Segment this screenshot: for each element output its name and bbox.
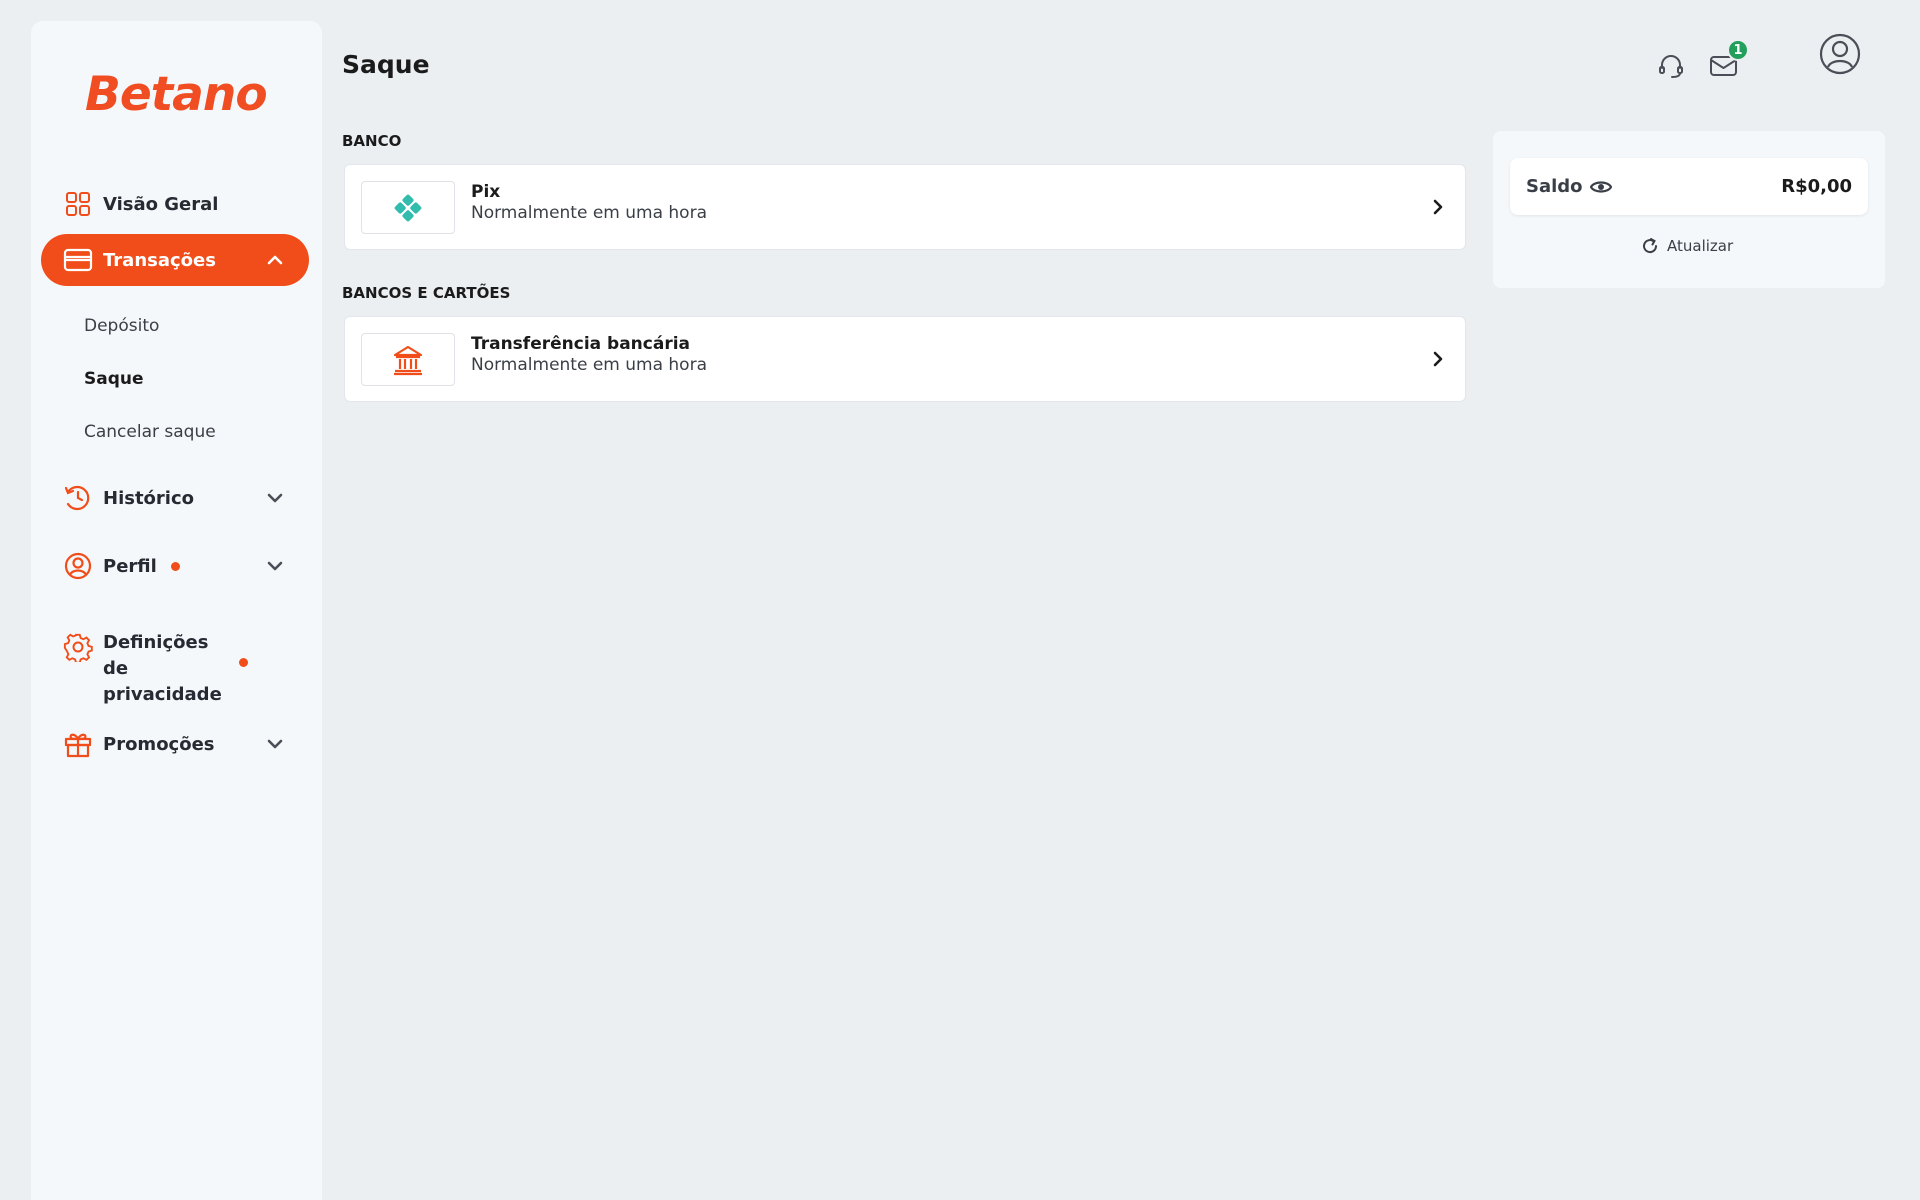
sidebar-item-overview[interactable]: Visão Geral — [41, 178, 309, 230]
bank-logo-box — [361, 333, 455, 386]
sidebar-subitem-cancel-withdraw[interactable]: Cancelar saque — [84, 422, 216, 442]
payment-method-pix[interactable]: Pix Normalmente em uma hora — [344, 164, 1466, 250]
chevron-down-icon — [267, 493, 283, 503]
notification-dot — [170, 561, 180, 571]
sidebar-item-privacy-settings[interactable]: Definições de privacidade — [41, 630, 309, 705]
page-title: Saque — [342, 50, 430, 79]
payment-method-name: Pix — [471, 182, 501, 202]
dashboard-icon — [63, 189, 93, 219]
payment-method-desc: Normalmente em uma hora — [471, 203, 707, 223]
sidebar-subitem-withdraw[interactable]: Saque — [84, 369, 144, 389]
page: Betano Visão Geral Transações Depósito S… — [0, 0, 1920, 1200]
headset-icon[interactable] — [1657, 52, 1685, 80]
sidebar-item-label: Perfil — [103, 555, 157, 577]
gift-icon — [63, 729, 93, 759]
sidebar: Betano Visão Geral Transações Depósito S… — [31, 21, 322, 1200]
sidebar-item-label: Visão Geral — [103, 193, 219, 215]
pix-logo-box — [361, 181, 455, 234]
balance-panel: Saldo R$0,00 Atualizar — [1493, 131, 1885, 288]
settings-icon — [63, 632, 93, 662]
chevron-right-icon — [1433, 351, 1443, 367]
sidebar-item-profile[interactable]: Perfil — [41, 540, 309, 592]
chevron-down-icon — [267, 561, 283, 571]
payment-method-bank-transfer[interactable]: Transferência bancária Normalmente em um… — [344, 316, 1466, 402]
notification-dot — [239, 658, 248, 667]
balance-card: Saldo R$0,00 — [1510, 158, 1868, 215]
chevron-up-icon — [267, 255, 283, 265]
refresh-label: Atualizar — [1667, 237, 1734, 255]
sidebar-item-history[interactable]: Histórico — [41, 472, 309, 524]
refresh-icon — [1643, 238, 1658, 254]
eye-icon[interactable] — [1590, 176, 1612, 198]
sidebar-item-transactions[interactable]: Transações — [41, 234, 309, 286]
betano-logo[interactable]: Betano — [85, 67, 268, 122]
sidebar-subitem-deposit[interactable]: Depósito — [84, 316, 159, 336]
balance-value: R$0,00 — [1781, 176, 1852, 197]
sidebar-item-label: Promoções — [103, 733, 215, 755]
pix-icon — [394, 194, 422, 221]
card-icon — [63, 245, 93, 275]
profile-icon — [63, 551, 93, 581]
user-icon[interactable] — [1818, 32, 1862, 76]
history-icon — [63, 483, 93, 513]
mail-badge: 1 — [1727, 39, 1749, 61]
sidebar-item-label: Transações — [103, 249, 216, 271]
refresh-button[interactable]: Atualizar — [1641, 237, 1733, 255]
sidebar-item-label: Histórico — [103, 487, 195, 509]
sidebar-item-label: Definições de privacidade — [103, 632, 222, 705]
payment-method-desc: Normalmente em uma hora — [471, 355, 707, 375]
section-title-bank: BANCO — [342, 132, 402, 150]
bank-icon — [393, 345, 423, 375]
chevron-down-icon — [267, 739, 283, 749]
balance-label: Saldo — [1526, 176, 1583, 197]
sidebar-item-promotions[interactable]: Promoções — [41, 718, 309, 770]
chevron-right-icon — [1433, 199, 1443, 215]
section-title-banks-cards: BANCOS E CARTÕES — [342, 284, 511, 302]
payment-method-name: Transferência bancária — [471, 334, 691, 354]
